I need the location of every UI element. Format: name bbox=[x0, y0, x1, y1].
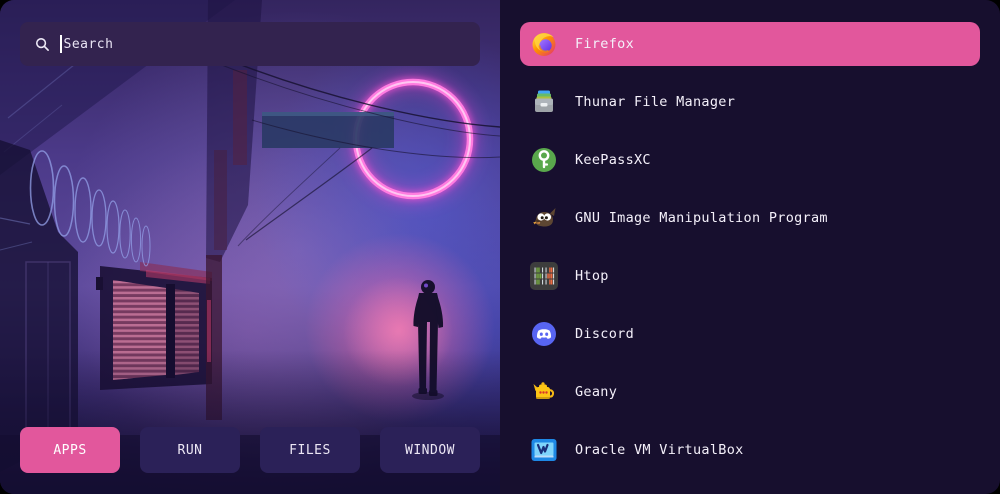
app-item-firefox[interactable]: Firefox bbox=[520, 22, 980, 66]
app-launcher-window: APPS RUN FILES WINDOW Firefox Thunar Fil… bbox=[0, 0, 1000, 494]
app-item-discord[interactable]: Discord bbox=[520, 312, 980, 356]
virtualbox-icon bbox=[530, 436, 558, 464]
thunar-icon bbox=[530, 88, 558, 116]
app-item-thunar-file-manager[interactable]: Thunar File Manager bbox=[520, 80, 980, 124]
app-item-keepassxc[interactable]: KeePassXC bbox=[520, 138, 980, 182]
keepassxc-icon bbox=[530, 146, 558, 174]
tab-apps[interactable]: APPS bbox=[20, 427, 120, 473]
htop-icon bbox=[530, 262, 558, 290]
tab-window[interactable]: WINDOW bbox=[380, 427, 480, 473]
search-icon bbox=[35, 37, 50, 52]
app-item-htop[interactable]: Htop bbox=[520, 254, 980, 298]
tab-files[interactable]: FILES bbox=[260, 427, 360, 473]
firefox-icon bbox=[530, 30, 558, 58]
mode-tabs: APPS RUN FILES WINDOW bbox=[20, 427, 480, 473]
app-item-oracle-vm-virtualbox[interactable]: Oracle VM VirtualBox bbox=[520, 428, 980, 472]
app-list: Firefox Thunar File Manager KeePassXC GN… bbox=[500, 0, 1000, 494]
discord-icon bbox=[530, 320, 558, 348]
geany-icon bbox=[530, 378, 558, 406]
wallpaper-image bbox=[0, 0, 500, 494]
search-bar[interactable] bbox=[20, 22, 480, 66]
left-panel: APPS RUN FILES WINDOW bbox=[0, 0, 500, 494]
tab-run[interactable]: RUN bbox=[140, 427, 240, 473]
search-input[interactable] bbox=[62, 37, 466, 52]
app-item-geany[interactable]: Geany bbox=[520, 370, 980, 414]
gimp-icon bbox=[530, 204, 558, 232]
app-item-gnu-image-manipulation-program[interactable]: GNU Image Manipulation Program bbox=[520, 196, 980, 240]
